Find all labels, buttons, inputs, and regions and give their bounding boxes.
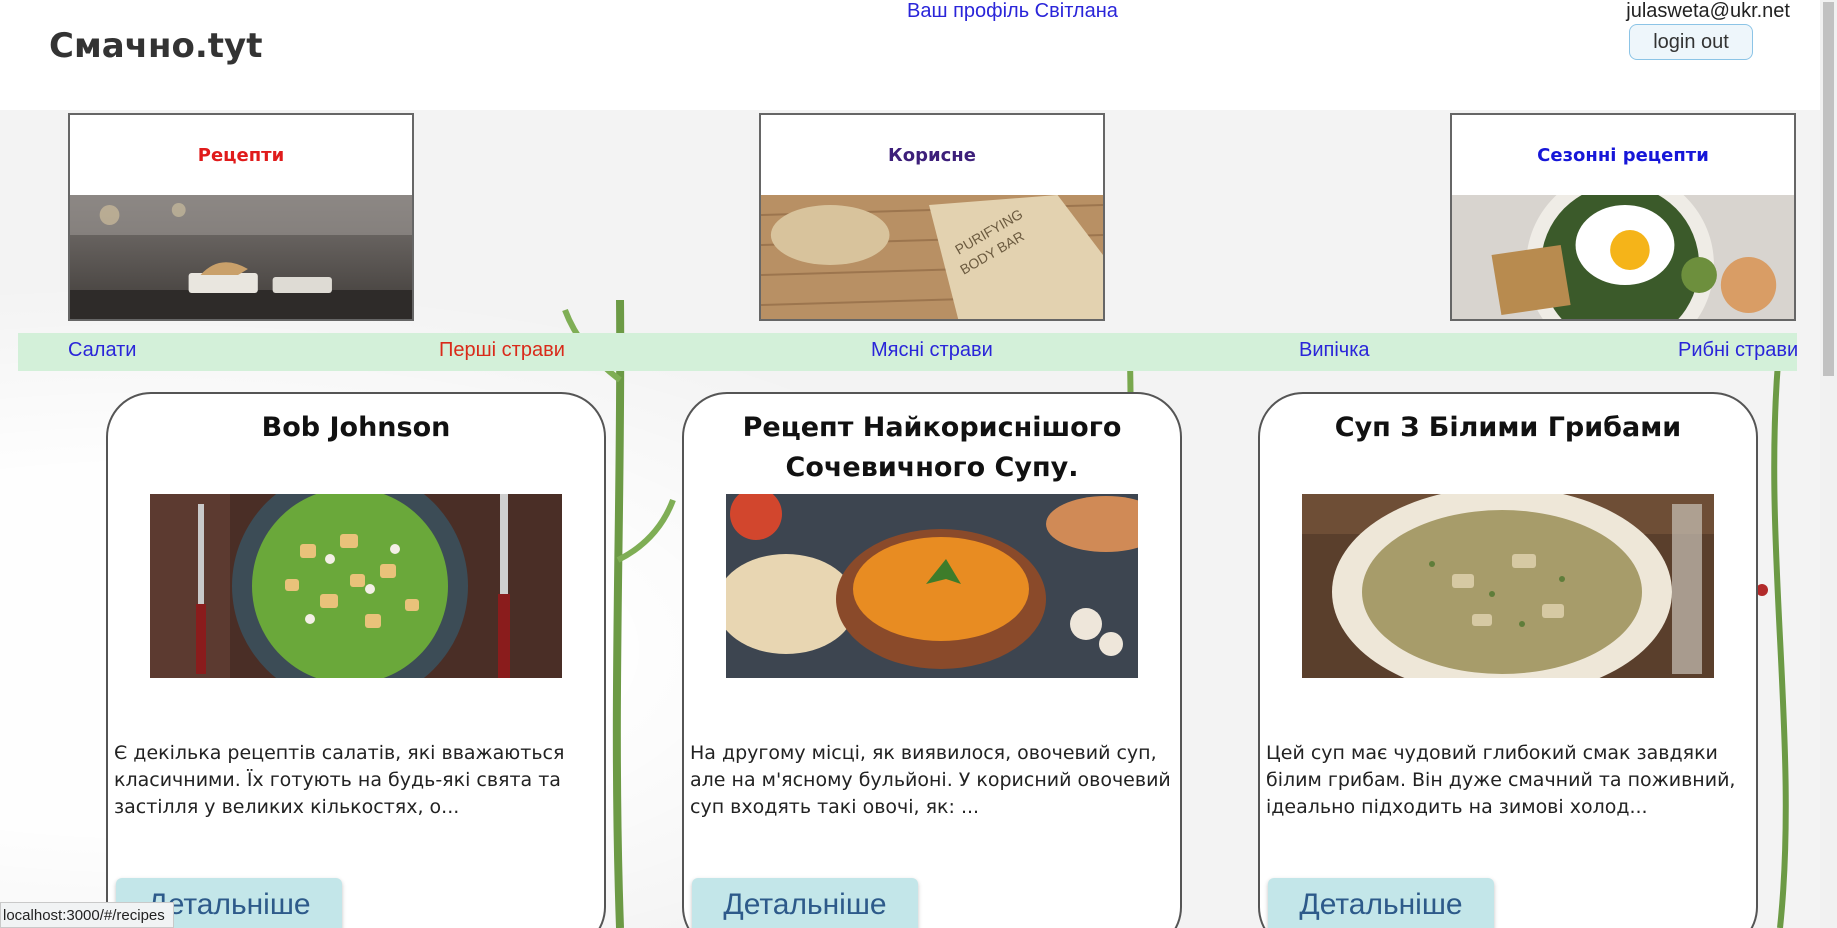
- nav-link-meat-dishes[interactable]: Мясні страви: [871, 339, 993, 362]
- soap-bar-photo: PURIFYING BODY BAR: [761, 195, 1103, 319]
- category-card-seasonal[interactable]: Сезонні рецепти: [1450, 113, 1796, 321]
- recipe-description: Цей суп має чудовий глибокий смак завдяк…: [1266, 742, 1736, 818]
- logout-button[interactable]: login out: [1629, 24, 1753, 60]
- lentil-soup-photo: [726, 494, 1138, 678]
- recipe-card: Рецепт Найкориснішого Сочевичного Супу. …: [682, 392, 1182, 928]
- vertical-scrollbar[interactable]: [1820, 0, 1837, 928]
- recipe-description: На другому місці, як виявилося, овочевий…: [690, 742, 1171, 818]
- category-title: Сезонні рецепти: [1537, 144, 1709, 166]
- category-card-recipes[interactable]: Рецепти: [68, 113, 414, 321]
- browser-status-bar: localhost:3000/#/recipes: [0, 902, 174, 928]
- recipe-title: Рецепт Найкориснішого Сочевичного Супу.: [742, 412, 1122, 483]
- caesar-salad-photo: [150, 494, 562, 678]
- site-header: Смачно.tyt Ваш профіль Світлана julaswet…: [0, 0, 1837, 105]
- details-button[interactable]: Детальніше: [1268, 878, 1494, 928]
- profile-link[interactable]: Ваш профіль Світлана: [907, 0, 1118, 23]
- recipe-title: Суп З Білими Грибами: [1334, 412, 1682, 443]
- egg-bowl-photo: [1452, 195, 1794, 319]
- mushroom-soup-photo: [1302, 494, 1714, 678]
- nav-link-fish-dishes[interactable]: Рибні страви: [1678, 339, 1798, 362]
- nav-link-pastry[interactable]: Випічка: [1299, 339, 1370, 362]
- scrollbar-thumb[interactable]: [1823, 2, 1834, 376]
- recipe-card: Суп З Білими Грибами Цей суп має чудовий…: [1258, 392, 1758, 928]
- recipe-card: Bob Johnson Є декілька рецептів салатів,…: [106, 392, 606, 928]
- recipe-description: Є декілька рецептів салатів, які вважают…: [114, 742, 565, 818]
- details-button[interactable]: Детальніше: [692, 878, 918, 928]
- nav-link-salads[interactable]: Салати: [68, 339, 136, 362]
- category-title: Рецепти: [197, 144, 285, 166]
- category-title: Корисне: [888, 144, 976, 166]
- site-logo[interactable]: Смачно.tyt: [49, 26, 262, 66]
- category-card-useful[interactable]: Корисне PURIFYING BODY BAR: [759, 113, 1105, 321]
- user-email: julasweta@ukr.net: [1626, 0, 1790, 22]
- recipe-title: Bob Johnson: [261, 412, 451, 443]
- nav-link-first-courses[interactable]: Перші страви: [439, 339, 565, 362]
- category-navbar: Салати Перші страви Мясні страви Випічка…: [18, 333, 1798, 371]
- food-court-photo: [70, 195, 412, 319]
